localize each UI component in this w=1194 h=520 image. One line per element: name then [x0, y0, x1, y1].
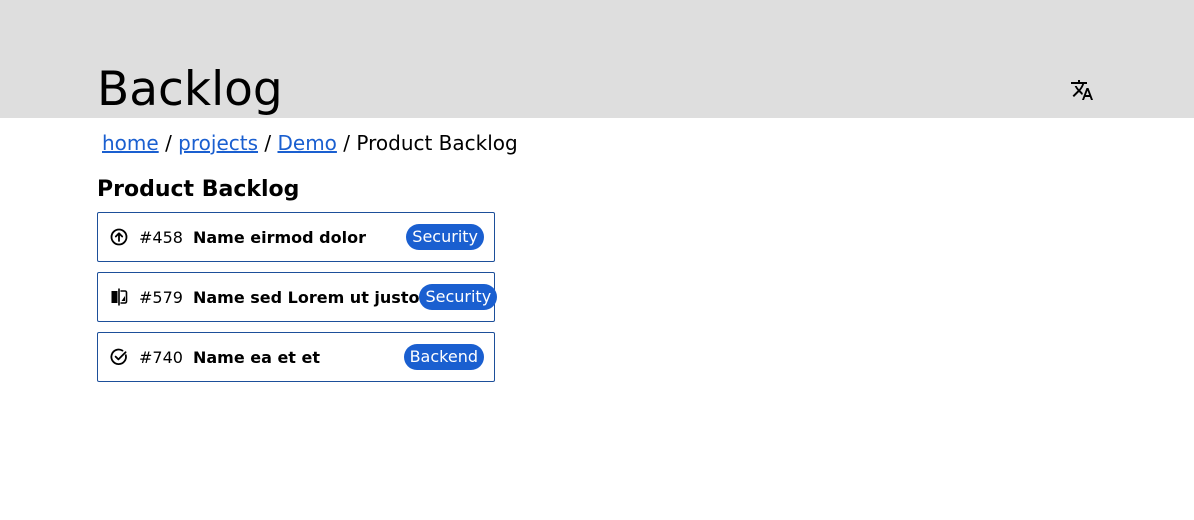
breadcrumb-link-home[interactable]: home: [102, 131, 159, 155]
item-number: #458: [139, 227, 183, 247]
item-number: #579: [139, 287, 183, 307]
backlog-item[interactable]: #740 Name ea et et Backend: [97, 332, 495, 382]
app-header: Backlog: [0, 0, 1194, 118]
breadcrumb: home / projects / Demo / Product Backlog: [102, 129, 518, 157]
translate-icon: [1071, 80, 1093, 100]
compare-icon: [109, 287, 129, 307]
item-name: Name eirmod dolor: [192, 227, 366, 247]
backlog-item[interactable]: #579 Name sed Lorem ut justo Security: [97, 272, 498, 322]
breadcrumb-separator: /: [165, 131, 172, 155]
breadcrumb-link-demo[interactable]: Demo: [277, 131, 336, 155]
item-name: Name sed Lorem ut justo: [192, 287, 420, 307]
item-tag: Backend: [403, 344, 484, 370]
item-name: Name ea et et: [192, 347, 321, 367]
section-title: Product Backlog: [97, 177, 300, 202]
item-number: #740: [139, 347, 183, 367]
language-button[interactable]: [1068, 76, 1096, 104]
check-circle-icon: [109, 347, 129, 367]
backlog-item[interactable]: #458 Name eirmod dolor Security: [97, 212, 495, 262]
breadcrumb-link-projects[interactable]: projects: [178, 131, 258, 155]
item-tag: Security: [406, 224, 484, 250]
item-tag: Security: [419, 284, 498, 310]
breadcrumb-separator: /: [264, 131, 272, 155]
backlog-list: #458 Name eirmod dolor Security #579 Nam…: [97, 212, 498, 392]
breadcrumb-separator: /: [343, 131, 351, 155]
arrow-up-circle-icon: [109, 227, 129, 247]
app-title: Backlog: [97, 62, 283, 117]
breadcrumb-current: Product Backlog: [356, 131, 518, 155]
